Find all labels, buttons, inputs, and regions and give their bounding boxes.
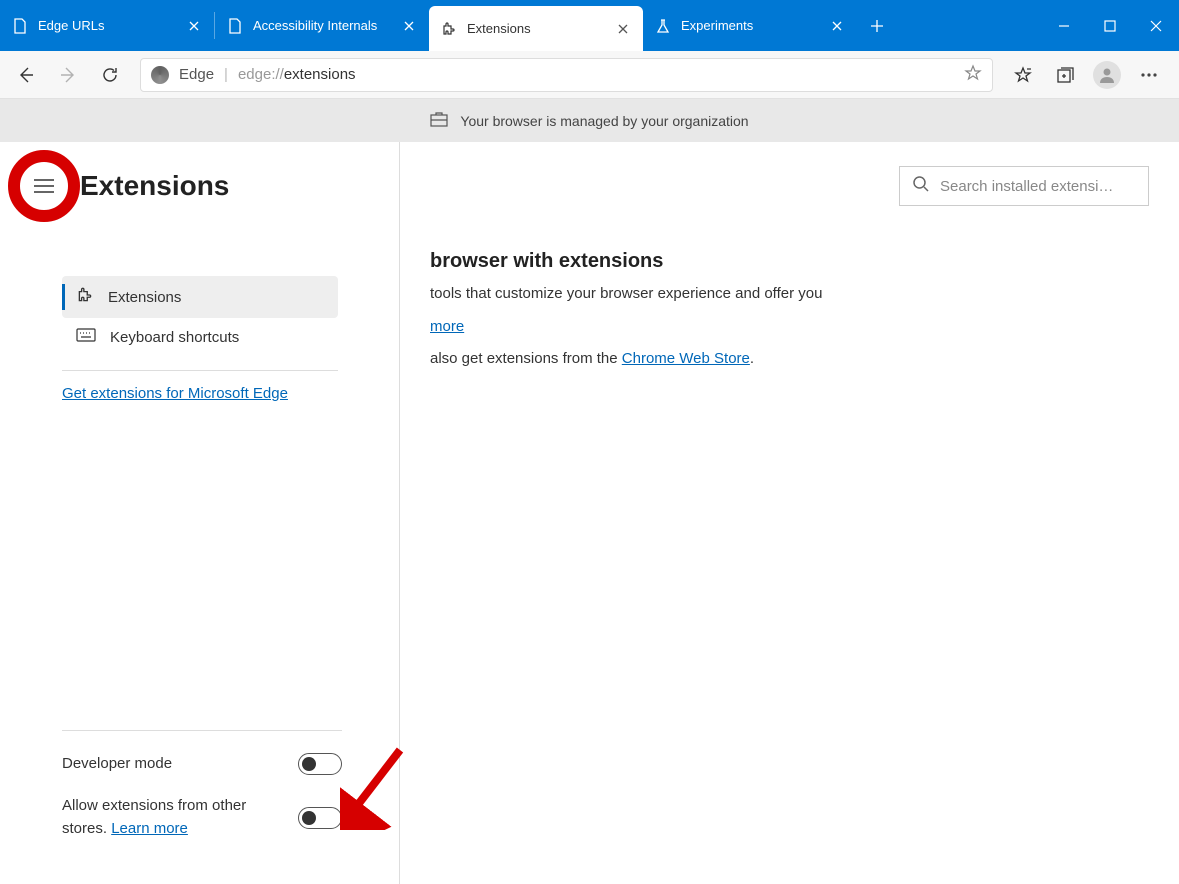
- close-icon[interactable]: [401, 18, 417, 34]
- nav-keyboard-shortcuts[interactable]: Keyboard shortcuts: [62, 318, 338, 356]
- tab[interactable]: Experiments: [643, 0, 857, 51]
- managed-banner: Your browser is managed by your organiza…: [0, 99, 1179, 142]
- avatar-icon: [1093, 61, 1121, 89]
- tab[interactable]: Edge URLs: [0, 0, 214, 51]
- main-content: browser with extensions tools that custo…: [400, 142, 1179, 884]
- main-heading: browser with extensions: [430, 250, 1149, 273]
- maximize-button[interactable]: [1087, 0, 1133, 51]
- tab-label: Extensions: [467, 21, 531, 36]
- search-input[interactable]: [940, 178, 1139, 195]
- nav-label: Keyboard shortcuts: [110, 329, 239, 346]
- page-icon: [227, 18, 243, 34]
- close-icon[interactable]: [829, 18, 845, 34]
- collections-button[interactable]: [1045, 55, 1085, 95]
- chrome-web-store-link[interactable]: Chrome Web Store: [622, 350, 750, 367]
- store-line: also get extensions from the Chrome Web …: [430, 348, 1149, 371]
- forward-button[interactable]: [48, 55, 88, 95]
- get-extensions-link[interactable]: Get extensions for Microsoft Edge: [62, 385, 288, 402]
- sidebar: Extensions Extensions Keyboard shortcuts…: [0, 142, 400, 884]
- address-bar[interactable]: Edge | edge://extensions: [140, 58, 993, 92]
- keyboard-icon: [76, 328, 96, 346]
- tab-strip: Edge URLs Accessibility Internals Extens…: [0, 0, 1179, 51]
- close-icon[interactable]: [615, 21, 631, 37]
- back-button[interactable]: [6, 55, 46, 95]
- tab-label: Edge URLs: [38, 18, 104, 33]
- briefcase-icon: [430, 111, 448, 130]
- extension-icon: [441, 21, 457, 37]
- url: edge://extensions: [238, 66, 356, 83]
- page-icon: [12, 18, 28, 34]
- close-window-button[interactable]: [1133, 0, 1179, 51]
- close-icon[interactable]: [186, 18, 202, 34]
- more-link[interactable]: more: [430, 318, 464, 335]
- annotation-circle: [8, 150, 80, 222]
- main-description: tools that customize your browser experi…: [430, 283, 1149, 306]
- page-title: Extensions: [80, 170, 229, 202]
- developer-mode-label: Developer mode: [62, 753, 172, 776]
- profile-button[interactable]: [1087, 55, 1127, 95]
- new-tab-button[interactable]: [857, 0, 897, 51]
- edge-logo-icon: [151, 66, 169, 84]
- nav-extensions[interactable]: Extensions: [62, 276, 338, 318]
- separator: |: [224, 66, 228, 83]
- hamburger-icon[interactable]: [33, 178, 55, 194]
- refresh-button[interactable]: [90, 55, 130, 95]
- window-controls: [1041, 0, 1179, 51]
- settings-menu-button[interactable]: [1129, 55, 1169, 95]
- tab-label: Experiments: [681, 18, 753, 33]
- search-input-wrapper[interactable]: [899, 166, 1149, 206]
- allow-other-stores-label: Allow extensions from other stores. Lear…: [62, 795, 252, 840]
- allow-other-stores-toggle[interactable]: [298, 807, 342, 829]
- favorites-button[interactable]: [1003, 55, 1043, 95]
- extension-icon: [76, 286, 94, 308]
- search-icon: [912, 175, 930, 197]
- minimize-button[interactable]: [1041, 0, 1087, 51]
- tab-active[interactable]: Extensions: [429, 6, 643, 51]
- favorite-star-icon[interactable]: [964, 64, 982, 86]
- toolbar: Edge | edge://extensions: [0, 51, 1179, 99]
- learn-more-link[interactable]: Learn more: [111, 820, 188, 837]
- flask-icon: [655, 18, 671, 34]
- address-label: Edge: [179, 66, 214, 83]
- tab-label: Accessibility Internals: [253, 18, 377, 33]
- nav-label: Extensions: [108, 289, 181, 306]
- developer-mode-toggle[interactable]: [298, 753, 342, 775]
- tab[interactable]: Accessibility Internals: [215, 0, 429, 51]
- managed-text: Your browser is managed by your organiza…: [460, 113, 748, 129]
